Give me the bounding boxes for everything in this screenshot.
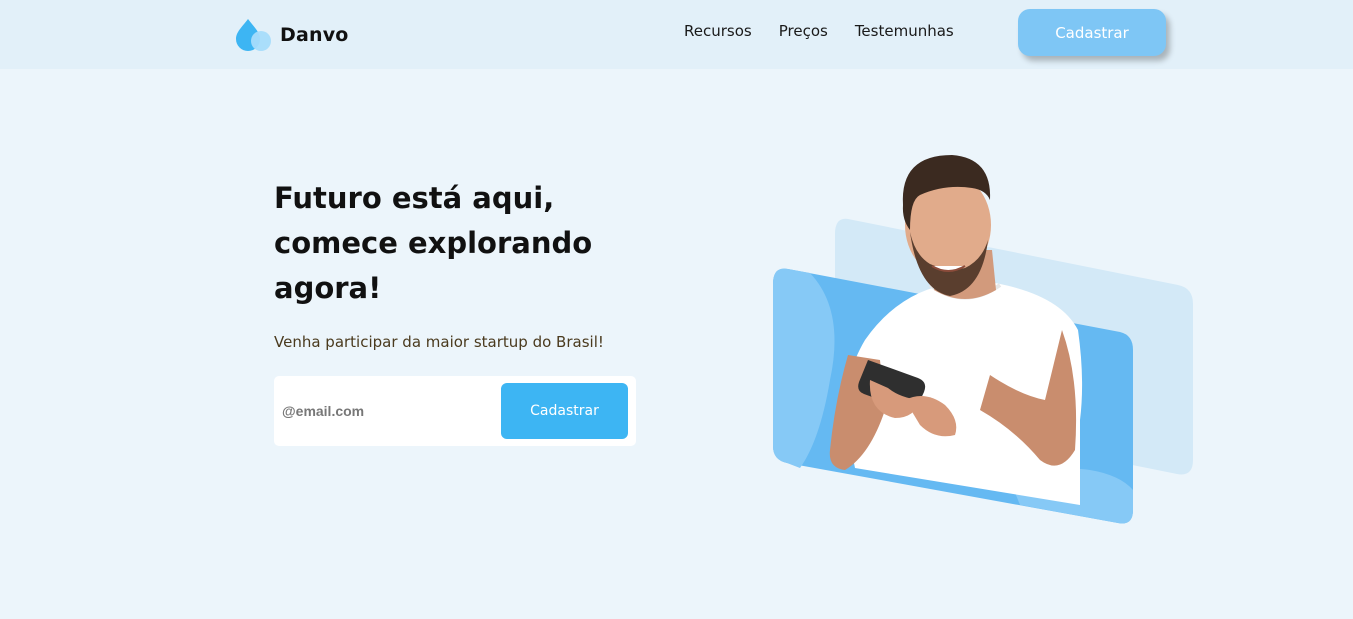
email-signup-form: Cadastrar <box>274 376 636 446</box>
nav-link-testemunhas[interactable]: Testemunhas <box>855 21 954 41</box>
hero-title-line-2: comece explorando <box>274 226 593 260</box>
nav-link-recursos[interactable]: Recursos <box>684 21 752 41</box>
brand-name: Danvo <box>280 24 349 46</box>
hero-title-line-3: agora! <box>274 271 382 305</box>
water-drop-icon <box>236 19 271 51</box>
email-input[interactable] <box>282 398 492 424</box>
form-signup-button[interactable]: Cadastrar <box>501 383 628 439</box>
hero-illustration <box>760 150 1210 540</box>
top-navbar: Danvo Recursos Preços Testemunhas Cadast… <box>0 0 1353 69</box>
hero-title-line-1: Futuro está aqui, <box>274 181 555 215</box>
main-nav: Recursos Preços Testemunhas <box>684 21 981 41</box>
nav-link-precos[interactable]: Preços <box>779 21 828 41</box>
hero-subtitle: Venha participar da maior startup do Bra… <box>274 333 604 351</box>
man-with-phone-image <box>773 155 1193 524</box>
header-signup-button[interactable]: Cadastrar <box>1018 9 1166 56</box>
hero-title: Futuro está aqui, comece explorando agor… <box>274 176 654 311</box>
brand-logo[interactable]: Danvo <box>234 15 349 55</box>
